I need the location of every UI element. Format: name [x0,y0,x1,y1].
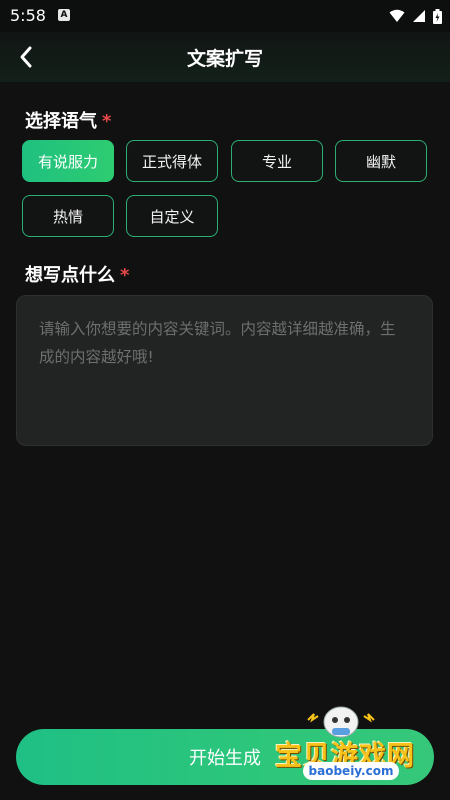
input-section-label: 想写点什么 * [25,261,129,287]
tone-option-label: 正式得体 [141,152,202,171]
header: 文案扩写 [0,32,450,82]
start-generate-label: 开始生成 [189,748,261,769]
tone-option-persuasive[interactable]: 有说服力 [22,140,114,182]
required-mark: * [102,111,112,132]
tone-option-formal[interactable]: 正式得体 [126,140,218,182]
tone-label-text: 选择语气 [25,111,97,132]
status-icons [389,7,442,25]
notification-icon: A [58,9,70,21]
tone-option-humorous[interactable]: 幽默 [335,140,427,182]
wifi-icon [389,9,405,22]
tone-option-label: 有说服力 [37,152,98,171]
watermark-url: baobeiy.com [303,762,399,780]
status-time: 5:58 [10,6,46,25]
required-mark: * [120,265,130,286]
input-label-text: 想写点什么 [25,265,115,286]
tone-option-custom[interactable]: 自定义 [126,195,218,237]
tone-option-enthusiastic[interactable]: 热情 [22,195,114,237]
page-title: 文案扩写 [186,48,263,70]
content-input-placeholder: 请输入你想要的内容关键词。内容越详细越准确，生成的内容越好哦! [39,320,396,366]
content-input[interactable]: 请输入你想要的内容关键词。内容越详细越准确，生成的内容越好哦! [16,295,433,446]
tone-option-professional[interactable]: 专业 [231,140,323,182]
tone-option-label: 幽默 [365,152,396,171]
tone-option-label: 专业 [261,152,292,171]
signal-icon [413,10,425,22]
tone-option-label: 热情 [52,207,83,226]
tone-section-label: 选择语气 * [25,107,111,133]
status-bar: 5:58 A [0,0,450,32]
battery-icon [433,8,442,24]
tone-option-label: 自定义 [149,207,195,226]
